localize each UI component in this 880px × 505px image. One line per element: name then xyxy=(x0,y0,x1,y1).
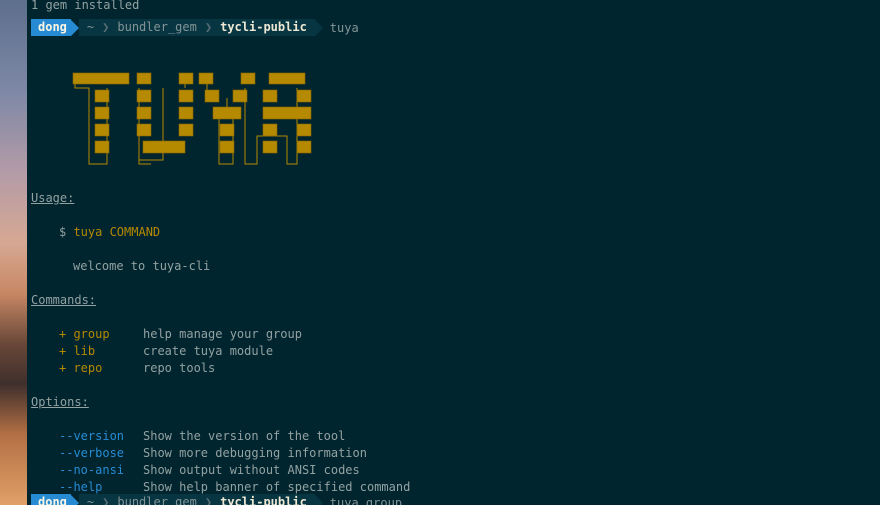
powerline-arrow-icon xyxy=(314,19,323,36)
prompt-path-current: tycli-public xyxy=(212,19,315,36)
prompt-command: tuya group xyxy=(329,495,403,505)
chevron-right-icon: ❯ xyxy=(102,19,110,36)
command-desc: repo tools xyxy=(143,361,216,375)
prompt-command: tuya xyxy=(329,20,359,35)
option-desc: Show the version of the tool xyxy=(143,429,346,443)
prompt-path-home: ~ xyxy=(78,19,103,36)
command-row: + repo repo tools xyxy=(59,360,215,377)
command-name: + group xyxy=(59,327,110,341)
command-desc: help manage your group xyxy=(143,327,302,341)
chevron-right-icon: ❯ xyxy=(102,494,110,505)
section-header-commands: Commands: xyxy=(31,293,97,307)
usage-command-line: $ tuya COMMAND xyxy=(59,224,160,241)
option-name: --version xyxy=(59,429,125,443)
command-name: + lib xyxy=(59,344,96,358)
option-desc: Show help banner of specified command xyxy=(143,480,411,494)
option-desc: Show output without ANSI codes xyxy=(143,463,360,477)
option-row: --version Show the version of the tool xyxy=(59,428,345,445)
prompt-path-dir: bundler_gem xyxy=(109,19,205,36)
tuya-ascii-logo xyxy=(72,72,312,165)
command-name: + repo xyxy=(59,361,103,375)
usage-description: welcome to tuya-cli xyxy=(73,259,211,273)
command-desc: create tuya module xyxy=(143,344,274,358)
desktop-wallpaper xyxy=(0,0,27,505)
command-row: + lib create tuya module xyxy=(59,343,273,360)
usage-command: tuya COMMAND xyxy=(73,225,161,239)
command-row: + group help manage your group xyxy=(59,326,302,343)
option-name: --verbose xyxy=(59,446,125,460)
prompt-user: dong xyxy=(31,19,71,36)
prompt-path-home: ~ xyxy=(78,494,103,505)
shell-prompt: dong ~ ❯ bundler_gem ❯ tycli-public tuya group xyxy=(31,494,402,505)
option-desc: Show more debugging information xyxy=(143,446,367,460)
section-header-usage: Usage: xyxy=(31,191,75,205)
chevron-right-icon: ❯ xyxy=(204,19,213,36)
powerline-arrow-icon xyxy=(70,19,79,36)
option-row: --no-ansi Show output without ANSI codes xyxy=(59,462,360,479)
prompt-path-current: tycli-public xyxy=(212,494,315,505)
terminal-window[interactable]: 1 gem installed dong ~ ❯ bundler_gem ❯ tycli-… xyxy=(27,0,880,505)
shell-dollar: $ xyxy=(59,225,74,239)
option-name: --no-ansi xyxy=(59,463,125,477)
shell-prompt: dong ~ ❯ bundler_gem ❯ tycli-public tuya xyxy=(31,19,359,36)
powerline-arrow-icon xyxy=(70,494,79,505)
section-header-options: Options: xyxy=(31,395,89,409)
output-line: 1 gem installed xyxy=(31,0,140,12)
chevron-right-icon: ❯ xyxy=(204,494,213,505)
prompt-path-dir: bundler_gem xyxy=(109,494,205,505)
option-row: --verbose Show more debugging information xyxy=(59,445,367,462)
prompt-user: dong xyxy=(31,494,71,505)
powerline-arrow-icon xyxy=(314,494,323,505)
